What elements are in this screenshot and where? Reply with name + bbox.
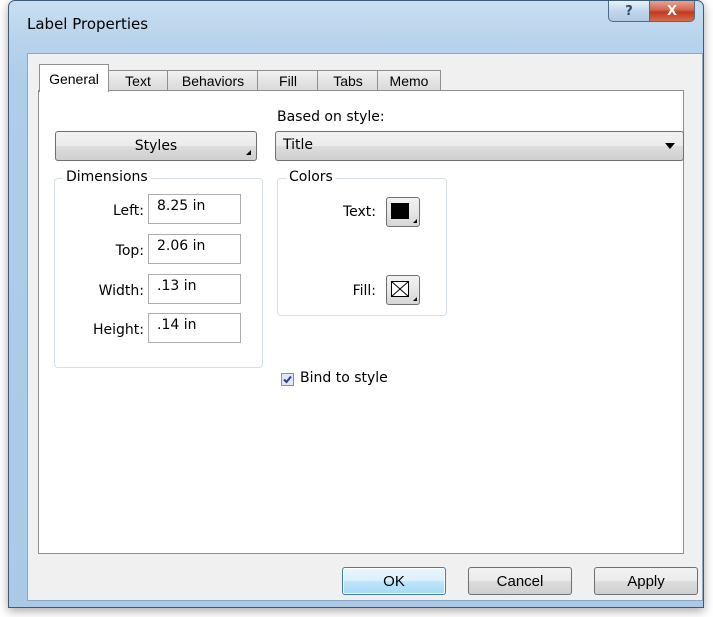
width-label: Width: — [98, 283, 144, 299]
colors-group: Colors Text: Fill: — [277, 169, 447, 316]
bind-to-style-checkbox[interactable] — [281, 373, 294, 386]
dimensions-group-title: Dimensions — [63, 169, 151, 185]
left-input[interactable] — [148, 194, 241, 224]
height-input[interactable] — [148, 313, 241, 343]
fill-color-label: Fill: — [352, 283, 376, 299]
left-label: Left: — [112, 203, 144, 219]
fill-color-button[interactable] — [386, 275, 420, 305]
close-icon: X — [666, 3, 678, 19]
tab-behaviors[interactable]: Behaviors — [167, 70, 259, 91]
window-title: Label Properties — [27, 15, 149, 33]
text-color-swatch — [391, 203, 409, 219]
dimensions-group: Dimensions Left: Top: Width: Height: — [54, 169, 263, 368]
top-label: Top: — [115, 243, 144, 259]
styles-button-label: Styles — [134, 138, 178, 154]
dialog-window: Label Properties ? X General Text Behavi… — [8, 0, 704, 608]
styles-button[interactable]: Styles — [55, 131, 257, 161]
text-color-label: Text: — [342, 204, 376, 220]
chevron-down-icon — [665, 143, 675, 149]
colors-group-title: Colors — [286, 169, 336, 185]
close-button[interactable]: X — [650, 1, 695, 22]
top-input[interactable] — [148, 234, 241, 264]
tab-memo[interactable]: Memo — [377, 70, 441, 91]
cancel-button[interactable]: Cancel — [468, 567, 572, 595]
dropdown-corner-icon — [413, 219, 417, 223]
ok-button[interactable]: OK — [342, 567, 446, 595]
apply-button[interactable]: Apply — [594, 567, 698, 595]
tab-general[interactable]: General — [39, 64, 109, 92]
based-on-style-label: Based on style: — [277, 109, 385, 125]
no-fill-icon — [391, 281, 409, 297]
text-color-button[interactable] — [386, 197, 420, 227]
help-button[interactable]: ? — [608, 1, 650, 22]
bind-to-style-label[interactable]: Bind to style — [300, 370, 388, 386]
based-on-style-value: Title — [283, 137, 314, 153]
dropdown-corner-icon — [246, 150, 251, 155]
title-bar-buttons: ? X — [608, 1, 695, 22]
dropdown-corner-icon — [413, 297, 417, 301]
width-input[interactable] — [148, 274, 241, 304]
tab-fill[interactable]: Fill — [257, 70, 319, 91]
general-tab-panel: Styles Based on style: Title Dimensions … — [38, 90, 684, 554]
tab-tabs[interactable]: Tabs — [317, 70, 379, 91]
checkmark-icon — [283, 375, 292, 384]
based-on-style-select[interactable]: Title — [275, 131, 684, 161]
tab-text[interactable]: Text — [107, 70, 169, 91]
dialog-client-area: General Text Behaviors Fill Tabs Memo St… — [27, 53, 703, 601]
height-label: Height: — [93, 322, 144, 338]
help-icon: ? — [625, 3, 633, 19]
